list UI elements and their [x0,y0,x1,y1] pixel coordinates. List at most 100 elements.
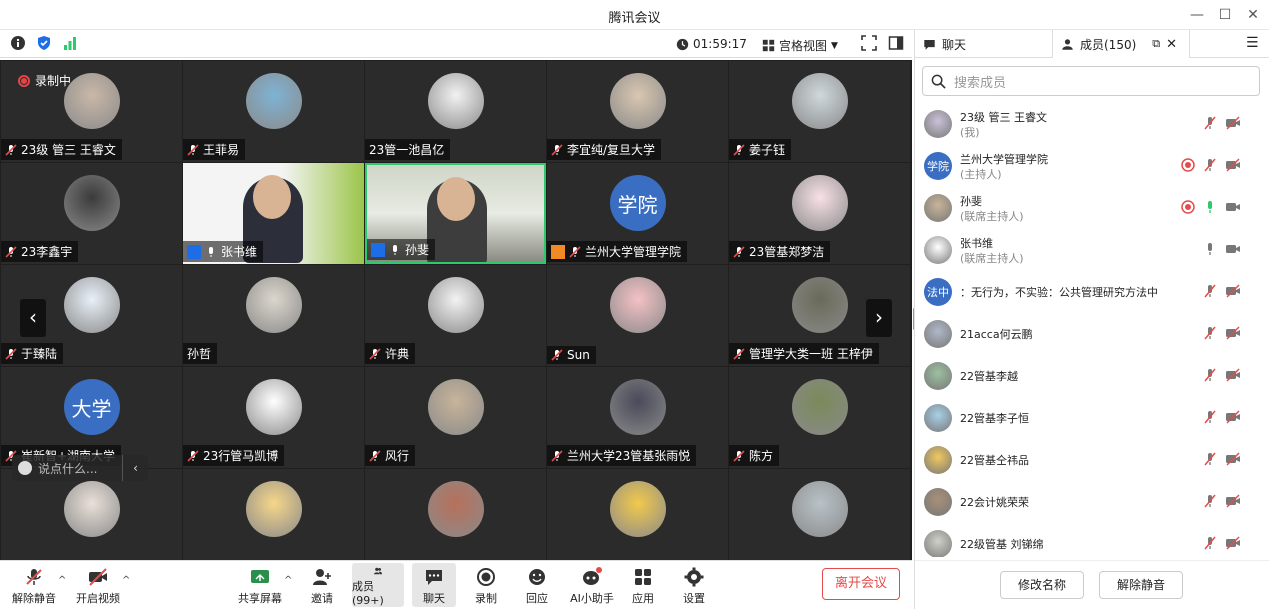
participant-tile[interactable]: 23行管马凯博 [183,367,364,468]
sidebar-toggle-icon[interactable] [888,35,904,51]
camera-off-icon[interactable] [1225,158,1241,172]
minimize-icon[interactable]: — [1187,5,1207,25]
participant-tile[interactable] [183,469,364,560]
next-page-button[interactable]: › [866,299,892,337]
participant-name: 风行 [385,449,410,463]
video-grid: 23级 管三 王睿文 王菲易 23管一池昌亿 李宜纯/复旦大学 姜子钰 23李鑫宇 张书维孙… [0,60,912,560]
member-row[interactable]: 孙斐 (联席主持人) [915,186,1269,228]
member-row[interactable]: 22管基李子恒 [915,396,1269,438]
member-row[interactable]: 张书维 (联席主持人) [915,228,1269,270]
participant-tile[interactable]: 孙斐 [365,163,546,264]
mic-off-icon[interactable] [1203,116,1217,130]
collapse-chat-icon[interactable]: ‹ [122,455,148,481]
settings-button[interactable]: 设置 [668,563,720,607]
share-options-icon[interactable]: ^ [284,575,292,586]
camera-off-icon[interactable] [1225,410,1241,424]
popout-icon[interactable]: ⧉ [1152,37,1160,51]
participant-tile[interactable] [729,469,910,560]
mic-off-icon[interactable] [1203,452,1217,466]
shield-icon[interactable] [36,35,52,51]
mic-off-icon[interactable] [1203,284,1217,298]
camera-off-icon[interactable] [1225,116,1241,130]
ai-assistant-button[interactable]: AI小助手 [564,563,620,607]
participant-tile[interactable]: 孙哲 [183,265,364,366]
participant-tile[interactable]: 姜子钰 [729,61,910,162]
member-search-input[interactable]: 搜索成员 [922,66,1260,96]
member-row[interactable]: 22管基李越 [915,354,1269,396]
participant-name: 姜子钰 [749,143,786,157]
member-row[interactable]: 23级 管三 王睿文 (我) [915,102,1269,144]
camera-off-icon[interactable] [1225,368,1241,382]
participant-tile[interactable]: 许典 [365,265,546,366]
audio-options-icon[interactable]: ^ [58,575,66,586]
camera-on-icon[interactable] [1225,200,1241,214]
camera-off-icon[interactable] [1225,284,1241,298]
participant-tile[interactable]: 张书维 [183,163,364,264]
participant-tile[interactable]: 兰州大学23管基张雨悦 [547,367,728,468]
invite-button[interactable]: 邀请 [296,563,348,607]
quick-chat-input[interactable]: 说点什么... ‹ [12,455,148,481]
mic-off-icon[interactable] [1203,326,1217,340]
participant-tile[interactable]: 23管一池昌亿 [365,61,546,162]
signal-icon[interactable] [62,35,78,51]
member-row[interactable]: 21acca何云鹏 [915,312,1269,354]
participant-tile[interactable] [365,469,546,560]
mic-off-icon[interactable] [1203,158,1217,172]
close-icon[interactable]: ✕ [1243,5,1263,25]
camera-off-icon[interactable] [1225,452,1241,466]
tab-members[interactable]: 成员(150) ⧉ ✕ [1052,30,1190,58]
participant-tile[interactable]: 23管基郑梦洁 [729,163,910,264]
mic-off-icon [569,245,581,258]
member-row[interactable]: 22级管基 刘锑绵 [915,522,1269,557]
mic-on-icon[interactable] [1203,200,1217,214]
video-options-icon[interactable]: ^ [122,575,130,586]
leave-meeting-button[interactable]: 离开会议 [822,568,900,600]
emoji-icon[interactable] [18,461,32,475]
camera-off-icon[interactable] [1225,494,1241,508]
prev-page-button[interactable]: ‹ [20,299,46,337]
participant-name-tag: 孙哲 [183,343,218,364]
member-name: 孙斐 [960,195,982,208]
participant-tile[interactable]: 王菲易 [183,61,364,162]
fullscreen-icon[interactable] [861,35,877,51]
participant-tile[interactable]: 风行 [365,367,546,468]
reaction-button[interactable]: 回应 [511,563,563,607]
mic-off-icon[interactable] [1203,410,1217,424]
camera-off-icon[interactable] [1225,326,1241,340]
record-button[interactable]: 录制 [460,563,512,607]
member-avatar [924,320,952,348]
member-row[interactable]: 法中 ：无行为，不实验：公共管理研究方法中 [915,270,1269,312]
close-panel-icon[interactable]: ✕ [1166,37,1177,52]
unmute-all-button[interactable]: 解除静音 [1099,571,1183,599]
camera-off-icon[interactable] [1225,536,1241,550]
chat-button[interactable]: 聊天 [412,563,456,607]
members-button[interactable]: 成员(99+) [352,563,404,607]
participant-tile[interactable]: 大学崔新智+湖南大学 [1,367,182,468]
maximize-icon[interactable]: ☐ [1215,5,1235,25]
member-row[interactable]: 学院 兰州大学管理学院 (主持人) [915,144,1269,186]
view-mode-button[interactable]: 宫格视图 ▼ [762,37,838,54]
mic-on-icon[interactable] [1203,242,1217,256]
participant-tile[interactable]: Sun [547,265,728,366]
share-screen-button[interactable]: 共享屏幕 [234,563,286,607]
participant-tile[interactable]: 李宜纯/复旦大学 [547,61,728,162]
participant-tile[interactable] [1,469,182,560]
camera-on-icon[interactable] [1225,242,1241,256]
mic-off-icon[interactable] [1203,536,1217,550]
menu-icon[interactable]: ☰ [1246,35,1259,51]
unmute-button[interactable]: 解除静音 [8,563,60,607]
start-video-button[interactable]: 开启视频 [72,563,124,607]
apps-button[interactable]: 应用 [617,563,669,607]
mic-off-icon[interactable] [1203,368,1217,382]
chat-icon [924,39,935,50]
member-row[interactable]: 22会计姚荣荣 [915,480,1269,522]
rename-button[interactable]: 修改名称 [1000,571,1084,599]
member-row[interactable]: 22管基仝祎品 [915,438,1269,480]
participant-tile[interactable] [547,469,728,560]
tab-chat[interactable]: 聊天 [915,30,974,58]
participant-tile[interactable]: 23李鑫宇 [1,163,182,264]
mic-off-icon[interactable] [1203,494,1217,508]
info-icon[interactable] [10,35,26,51]
participant-tile[interactable]: 学院 兰州大学管理学院 [547,163,728,264]
participant-tile[interactable]: 陈方 [729,367,910,468]
